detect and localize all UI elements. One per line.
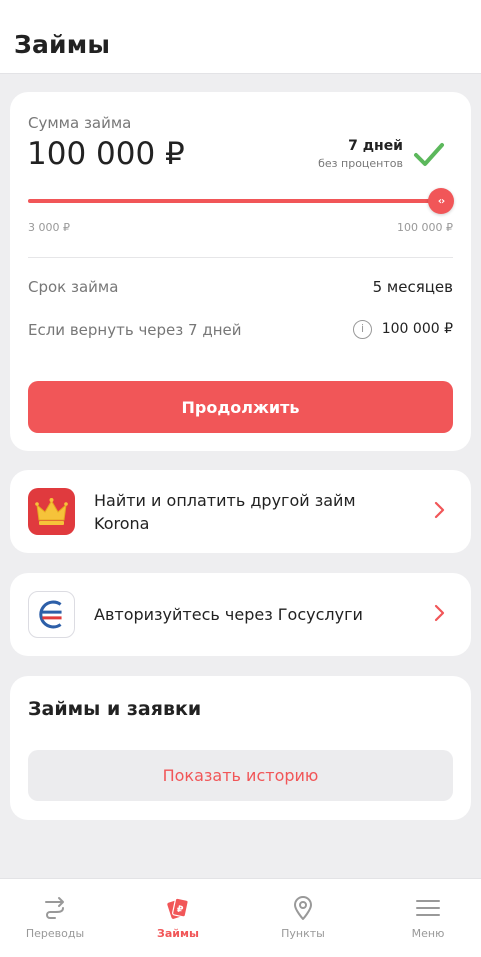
app-header: Займы	[0, 0, 481, 74]
gosuslugi-logo-icon	[28, 591, 75, 638]
tab-label: Переводы	[25, 927, 85, 940]
divider	[28, 257, 453, 258]
loans-history-card: Займы и заявки Показать историю	[10, 676, 471, 820]
chevron-right-icon	[434, 604, 445, 622]
return-label: Если вернуть через 7 дней	[28, 321, 242, 339]
promo-days: 7 дней	[348, 138, 403, 154]
amount-value: 100 000 ₽	[27, 136, 185, 172]
term-label: Срок займа	[28, 278, 119, 296]
loans-icon: ₽	[167, 897, 189, 919]
tab-label: Пункты	[281, 927, 325, 940]
term-value: 5 месяцев	[372, 278, 453, 296]
chevron-right-icon	[434, 501, 445, 519]
promo-subtitle: без процентов	[318, 157, 403, 170]
amount-slider-thumb[interactable]: ‹›	[428, 188, 454, 214]
korona-row-label: Найти и оплатить другой займ Korona	[94, 491, 356, 533]
tab-label: Меню	[411, 927, 445, 940]
amount-label: Сумма займа	[28, 114, 132, 132]
tab-points[interactable]: Пункты	[248, 879, 358, 957]
amount-slider-fill	[28, 199, 440, 203]
loan-calculator-card: Сумма займа 100 000 ₽ 7 дней без процент…	[10, 92, 471, 451]
slider-max-label: 100 000 ₽	[397, 221, 453, 234]
crown-icon	[28, 488, 75, 535]
hamburger-menu-icon	[416, 900, 440, 916]
show-history-button[interactable]: Показать историю	[28, 750, 453, 801]
history-title: Займы и заявки	[28, 698, 202, 720]
bottom-tab-bar: Переводы ₽ Займы Пункты Меню	[0, 878, 481, 957]
gosuslugi-auth-row[interactable]: Авторизуйтесь через Госуслуги	[10, 573, 471, 656]
info-icon[interactable]: i	[353, 320, 372, 339]
gosuslugi-row-label: Авторизуйтесь через Госуслуги	[94, 605, 363, 624]
slider-thumb-arrows-icon: ‹›	[437, 195, 445, 207]
transfer-icon	[45, 897, 64, 919]
amount-slider-track[interactable]	[28, 199, 440, 203]
korona-loan-row[interactable]: Найти и оплатить другой займ Korona	[10, 470, 471, 553]
slider-min-label: 3 000 ₽	[28, 221, 70, 234]
continue-button[interactable]: Продолжить	[28, 381, 453, 433]
tab-menu[interactable]: Меню	[373, 879, 481, 957]
page-title: Займы	[14, 30, 111, 59]
return-value: 100 000 ₽	[381, 321, 453, 337]
tab-label: Займы	[157, 927, 199, 940]
tab-loans[interactable]: ₽ Займы	[123, 879, 233, 957]
tab-transfers[interactable]: Переводы	[0, 879, 110, 957]
checkmark-icon	[414, 143, 444, 166]
location-pin-icon	[294, 896, 312, 920]
